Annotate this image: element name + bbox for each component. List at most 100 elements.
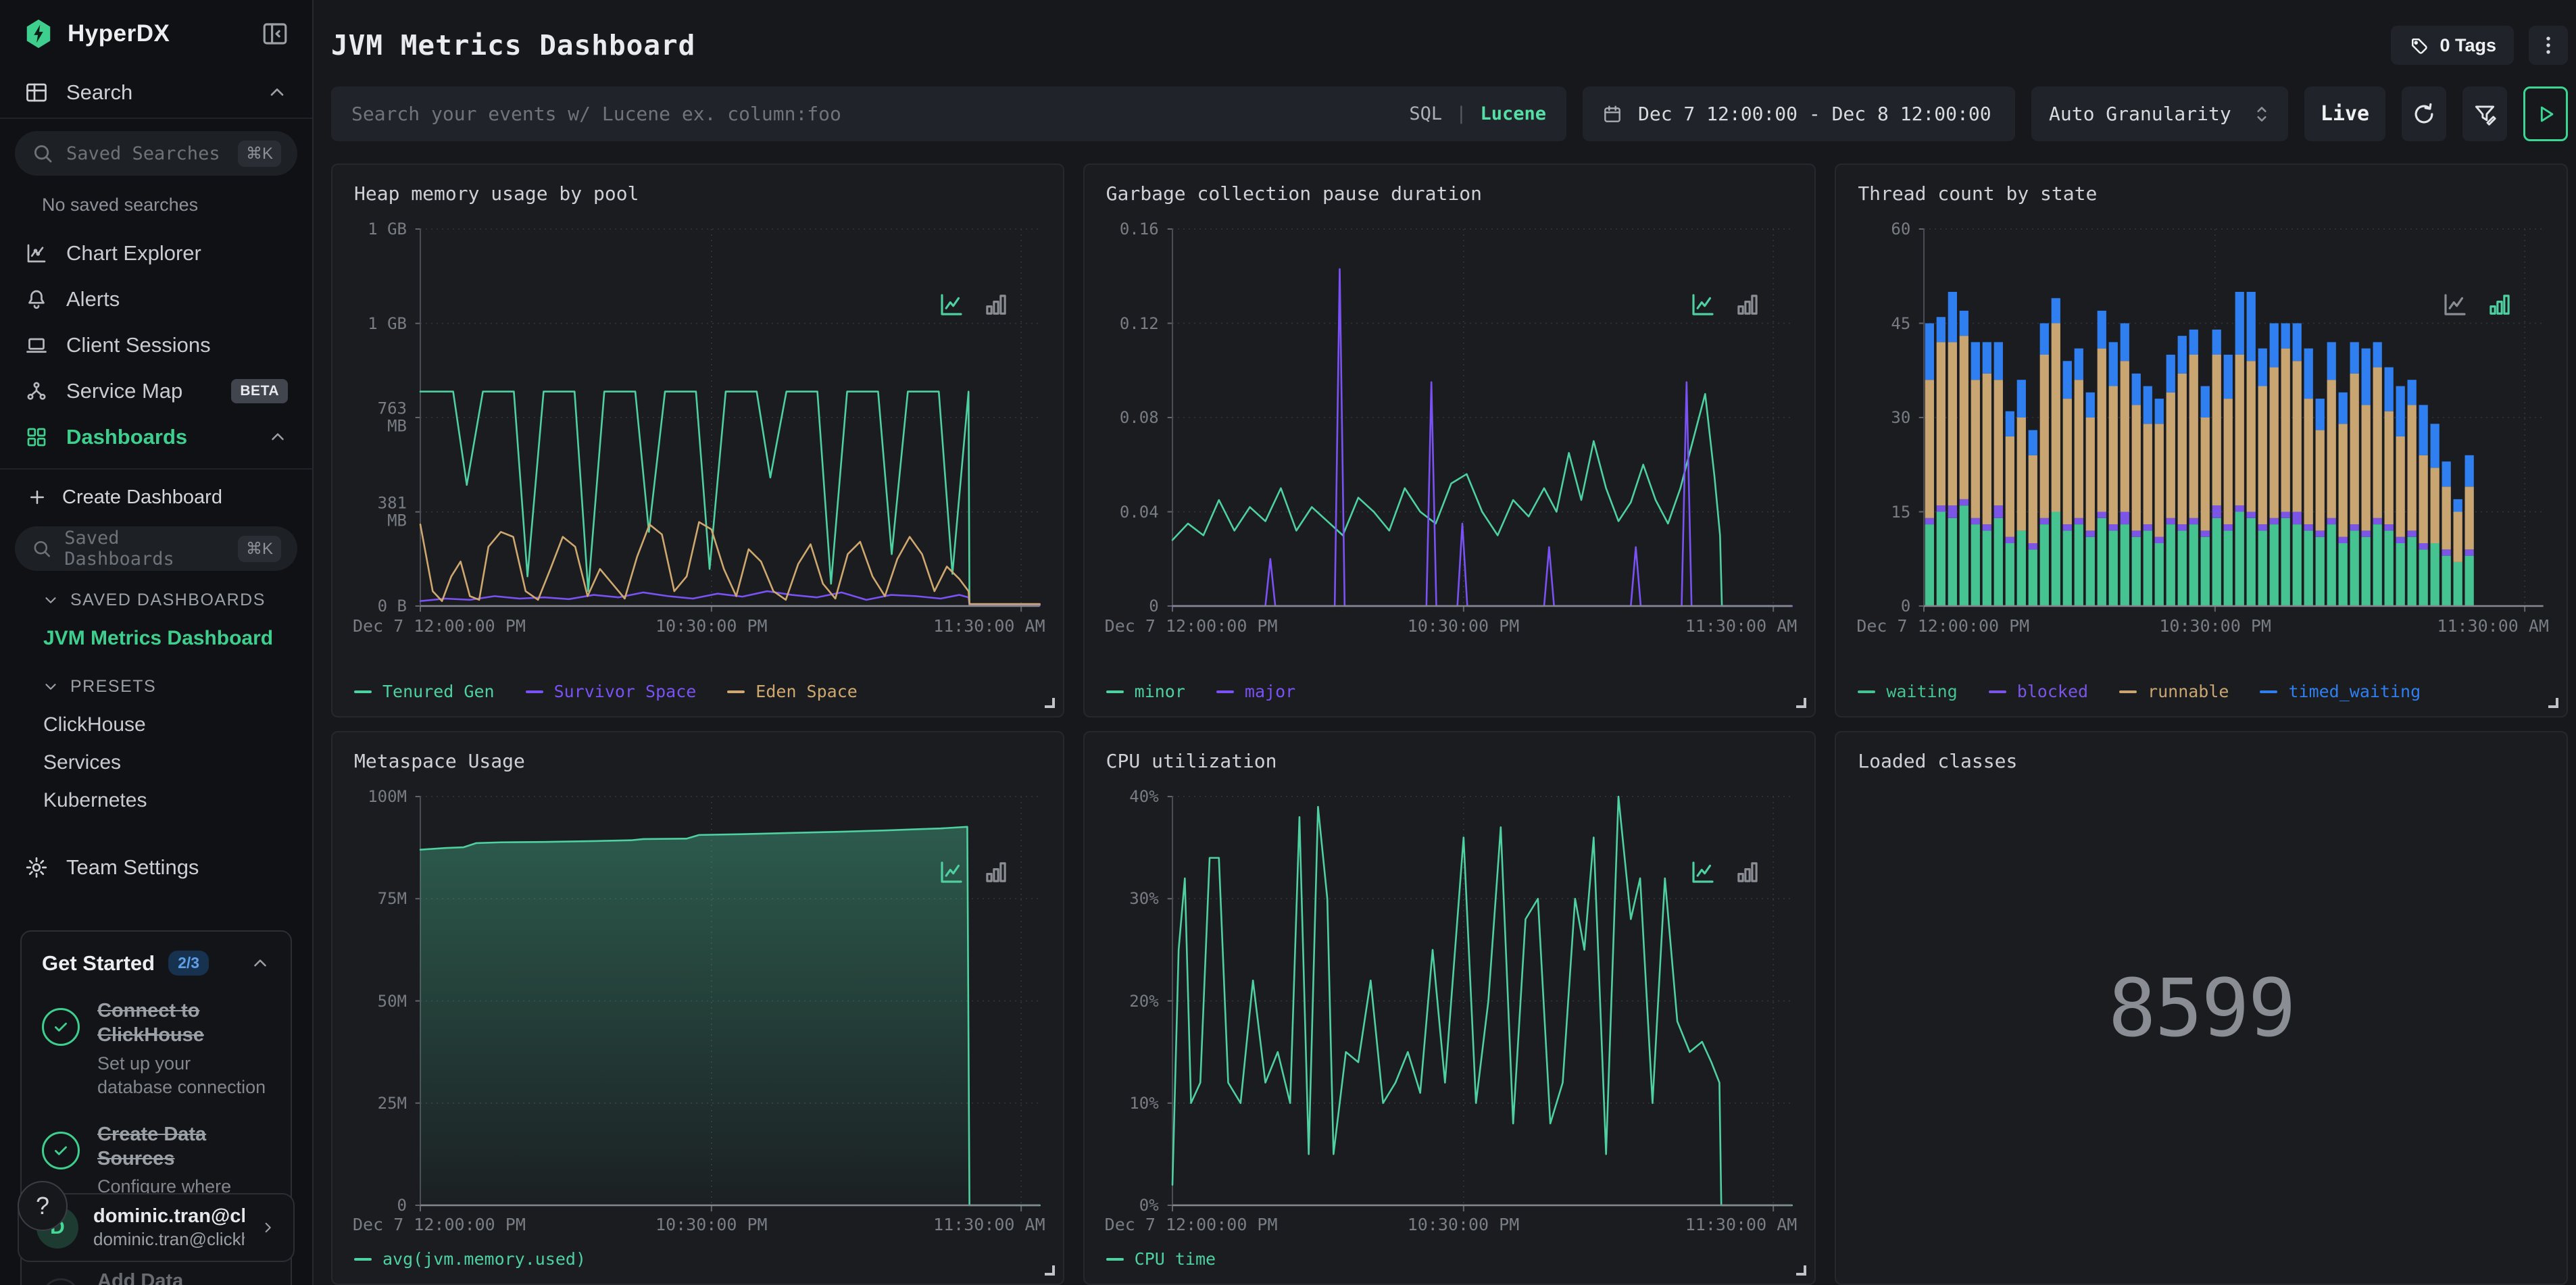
sidebar-dashboard-item[interactable]: Kubernetes [0, 782, 312, 820]
saved-searches-placeholder: Saved Searches [66, 143, 220, 164]
help-button[interactable]: ? [18, 1181, 68, 1231]
line-chart-toggle-icon[interactable] [937, 858, 966, 886]
legend-label: waiting [1886, 682, 1958, 701]
chevron-right-icon [259, 1217, 276, 1238]
get-started-item[interactable]: Add DataStart sending logs, metrics, or … [42, 1269, 270, 1285]
create-dashboard-button[interactable]: Create Dashboard [0, 475, 312, 520]
y-axis-labels: 0.16 0.12 0.08 0.04 0 [1085, 220, 1163, 615]
sidebar-item-alerts[interactable]: Alerts [0, 276, 312, 322]
saved-searches-input[interactable]: Saved Searches ⌘K [15, 131, 297, 176]
user-email: dominic.tran@clickh... [93, 1229, 245, 1249]
sidebar-dashboard-item[interactable]: Services [0, 744, 312, 782]
brand-row: HyperDX [0, 0, 312, 68]
x-tick-label: 11:30:00 AM [1685, 1215, 1798, 1234]
plot-area [1172, 229, 1792, 606]
line-chart-toggle-icon[interactable] [937, 291, 966, 319]
get-started-item-body: Add DataStart sending logs, metrics, or … [97, 1269, 230, 1285]
get-started-title: Get Started [42, 951, 155, 975]
search-input[interactable] [351, 103, 1396, 125]
sidebar-item-service-map[interactable]: Service Map BETA [0, 368, 312, 414]
no-saved-searches-note: No saved searches [42, 195, 199, 215]
sidebar-dashboard-item[interactable]: JVM Metrics Dashboard [0, 620, 312, 657]
get-started-item-body: Connect to ClickHouse Set up your databas… [97, 999, 270, 1099]
chart-icon [24, 241, 49, 266]
y-tick-label: 30% [1129, 889, 1159, 909]
help-label: ? [35, 1192, 50, 1219]
main-area: JVM Metrics Dashboard 0 Tags SQL [314, 0, 2576, 1285]
beta-badge: BETA [231, 379, 288, 403]
get-started-header[interactable]: Get Started 2/3 [42, 951, 270, 976]
get-started-item-desc: Set up your database connection [97, 1053, 266, 1097]
brand-name: HyperDX [68, 20, 170, 47]
sql-toggle[interactable]: SQL [1409, 103, 1442, 124]
legend-swatch [2119, 690, 2137, 693]
sidebar-item-dashboards[interactable]: Dashboards [0, 414, 312, 460]
resize-handle[interactable] [1796, 1265, 1807, 1276]
shortcut-badge: ⌘K [237, 535, 281, 562]
legend-label: minor [1134, 682, 1185, 701]
section-header[interactable]: PRESETS [0, 667, 312, 706]
event-search: SQL | Lucene [331, 86, 1566, 141]
chart-card: Loaded classes 8599 [1835, 731, 2568, 1285]
y-tick-label: 0 [1900, 596, 1911, 615]
filter-button[interactable] [2462, 86, 2507, 141]
time-range-picker[interactable]: Dec 7 12:00:00 - Dec 8 12:00:00 [1583, 86, 2015, 141]
line-chart-toggle-icon[interactable] [1689, 291, 1717, 319]
team-settings-label: Team Settings [66, 855, 199, 879]
get-started-item[interactable]: Connect to ClickHouse Set up your databas… [42, 999, 270, 1099]
sidebar-item-chart-explorer[interactable]: Chart Explorer [0, 230, 312, 276]
chevron-down-icon [42, 678, 59, 695]
granularity-select[interactable]: Auto Granularity [2031, 86, 2288, 141]
sidebar-item-client-sessions[interactable]: Client Sessions [0, 322, 312, 368]
bar-chart-toggle-icon[interactable] [1733, 291, 1762, 319]
chart-title: Garbage collection pause duration [1106, 182, 1482, 205]
chevron-up-icon[interactable] [250, 953, 270, 974]
line-chart-toggle-icon[interactable] [1689, 858, 1717, 886]
x-tick-label: 10:30:00 PM [2159, 616, 2271, 636]
tags-button[interactable]: 0 Tags [2391, 26, 2514, 65]
x-tick-label: 11:30:00 AM [1685, 616, 1798, 636]
line-chart-toggle-icon[interactable] [2441, 291, 2469, 319]
resize-handle[interactable] [2548, 698, 2558, 708]
search-icon [31, 142, 54, 165]
bar-chart-toggle-icon[interactable] [982, 858, 1010, 886]
resize-handle[interactable] [1044, 698, 1055, 708]
y-tick-label: 0.04 [1119, 502, 1159, 522]
y-tick-label: 40% [1129, 786, 1159, 806]
metric-value: 8599 [2108, 961, 2296, 1055]
sidebar-item-team-settings[interactable]: Team Settings [0, 842, 312, 892]
y-tick-label: 0.16 [1119, 219, 1159, 238]
bar-chart-toggle-icon[interactable] [982, 291, 1010, 319]
refresh-button[interactable] [2402, 86, 2446, 141]
chevron-up-icon[interactable] [268, 427, 288, 447]
play-button[interactable] [2523, 86, 2568, 141]
sidebar-collapse-icon[interactable] [261, 20, 289, 48]
legend-swatch [354, 1257, 372, 1261]
bar-chart-toggle-icon[interactable] [1733, 858, 1762, 886]
plus-icon [27, 487, 47, 507]
y-tick-label: 10% [1129, 1093, 1159, 1113]
live-button[interactable]: Live [2304, 86, 2385, 141]
legend-label: avg(jvm.memory.used) [382, 1249, 587, 1269]
bar-chart-toggle-icon[interactable] [2485, 291, 2514, 319]
empty-circle-icon [42, 1278, 80, 1285]
shortcut-badge: ⌘K [237, 140, 281, 167]
more-options-button[interactable] [2529, 26, 2568, 65]
y-tick-label: 25M [377, 1093, 407, 1113]
legend-swatch [727, 690, 745, 693]
divider [0, 468, 312, 470]
sidebar-item-search[interactable]: Search [0, 68, 312, 118]
resize-handle[interactable] [1044, 1265, 1055, 1276]
plot-area [1924, 229, 2544, 606]
grid-icon [24, 425, 49, 449]
chevron-up-icon[interactable] [266, 82, 288, 103]
resize-handle[interactable] [1796, 698, 1807, 708]
saved-dashboards-input[interactable]: Saved Dashboards ⌘K [15, 526, 297, 571]
lucene-toggle[interactable]: Lucene [1480, 103, 1546, 124]
chart-title: Loaded classes [1858, 750, 2018, 772]
sidebar-dashboard-item[interactable]: ClickHouse [0, 706, 312, 744]
section-header[interactable]: SAVED DASHBOARDS [0, 580, 312, 620]
header-actions: 0 Tags [2391, 26, 2568, 65]
legend-item: blocked [1988, 682, 2088, 701]
x-tick-label: Dec 7 12:00:00 PM [353, 616, 526, 636]
